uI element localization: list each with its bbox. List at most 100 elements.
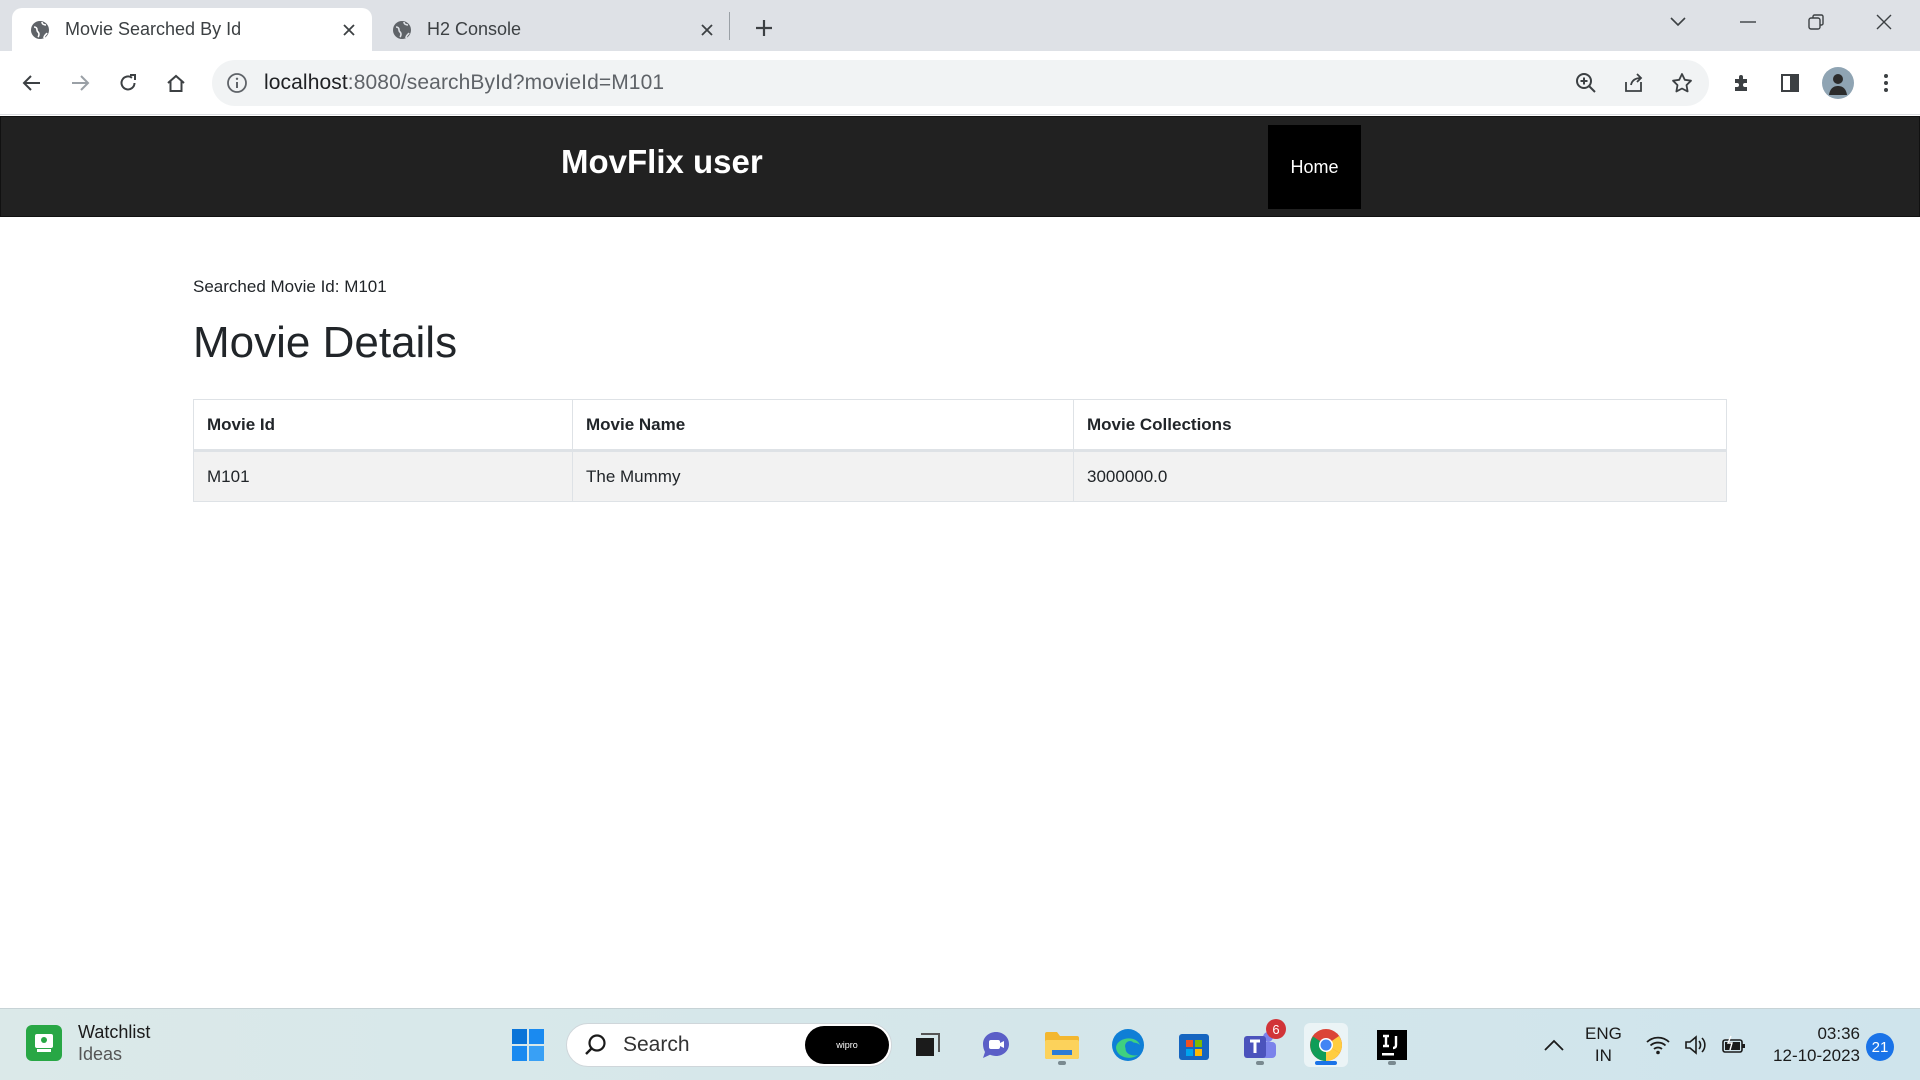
info-icon[interactable] (226, 72, 248, 94)
searched-movie-id: Searched Movie Id: M101 (193, 277, 387, 296)
globe-icon (392, 20, 412, 40)
globe-icon (30, 20, 50, 40)
system-clock[interactable]: 03:36 12-10-2023 (1764, 1023, 1860, 1067)
chevron-down-icon (1670, 17, 1686, 27)
chat-app[interactable] (974, 1023, 1018, 1067)
running-indicator (1058, 1061, 1066, 1065)
active-indicator (1315, 1061, 1337, 1065)
cell-movie-name: The Mummy (572, 450, 1074, 502)
close-icon (1876, 14, 1892, 30)
column-header-movie-id: Movie Id (193, 399, 573, 452)
home-icon (167, 74, 185, 92)
cell-movie-collections: 3000000.0 (1073, 450, 1727, 502)
watchlist-icon (26, 1025, 62, 1061)
cell-movie-id: M101 (193, 450, 573, 502)
reload-button[interactable] (110, 65, 146, 101)
back-button[interactable] (14, 65, 50, 101)
profile-button[interactable] (1820, 65, 1856, 101)
chrome-app[interactable] (1304, 1023, 1348, 1067)
language-code: ENG (1585, 1024, 1622, 1043)
battery-status[interactable] (1714, 1023, 1754, 1067)
avatar (1822, 67, 1854, 99)
tab-separator (729, 12, 730, 40)
star-icon (1672, 73, 1692, 93)
kebab-menu-icon (1884, 74, 1888, 92)
notification-count-badge[interactable]: 21 (1866, 1033, 1894, 1061)
start-button[interactable] (506, 1023, 550, 1067)
zoom-button[interactable] (1568, 65, 1604, 101)
menu-button[interactable] (1868, 65, 1904, 101)
teams-app[interactable]: 6 (1238, 1019, 1286, 1067)
widget-subtitle: Ideas (78, 1044, 123, 1064)
region-code: IN (1594, 1046, 1612, 1065)
tab-title: H2 Console (427, 19, 522, 39)
clock-date: 12-10-2023 (1773, 1046, 1860, 1065)
windows-taskbar: Watchlist Ideas Search wipro 6 ENG IN 03… (0, 1008, 1920, 1080)
store-icon (1179, 1034, 1209, 1060)
search-placeholder: Search (623, 1033, 690, 1056)
column-header-movie-collections: Movie Collections (1073, 399, 1727, 452)
forward-button[interactable] (62, 65, 98, 101)
minimize-icon (1740, 21, 1756, 23)
bookmark-button[interactable] (1664, 65, 1700, 101)
minimize-button[interactable] (1726, 6, 1770, 38)
widget-title: Watchlist (78, 1022, 151, 1042)
restore-button[interactable] (1794, 6, 1838, 38)
widgets-button[interactable]: Watchlist Ideas (26, 1021, 150, 1065)
reload-icon (120, 74, 136, 91)
chevron-up-icon (1544, 1039, 1564, 1051)
share-button[interactable] (1616, 65, 1652, 101)
url-text: localhost:8080/searchById?movieId=M101 (264, 71, 664, 95)
intellij-app[interactable] (1370, 1023, 1414, 1067)
task-view-button[interactable] (906, 1023, 950, 1067)
site-navbar: MovFlix user Home (0, 116, 1920, 217)
edge-app[interactable] (1106, 1023, 1150, 1067)
tab-search-button[interactable] (1656, 6, 1700, 38)
puzzle-icon (1735, 75, 1747, 91)
side-panel-button[interactable] (1772, 65, 1808, 101)
page-title: Movie Details (193, 318, 458, 367)
teams-notification-badge: 6 (1266, 1019, 1286, 1039)
language-indicator[interactable]: ENG IN (1585, 1023, 1622, 1067)
table-header-row: Movie Id Movie Name Movie Collections (193, 399, 1727, 452)
store-app[interactable] (1172, 1023, 1216, 1067)
battery-charging-icon (1722, 1035, 1745, 1053)
movie-details-table: Movie Id Movie Name Movie Collections M1… (193, 399, 1727, 502)
new-tab-button[interactable] (748, 12, 780, 44)
url-host: localhost (264, 71, 348, 94)
running-indicator (1256, 1061, 1264, 1065)
tab-h2-console[interactable]: H2 Console (374, 8, 730, 51)
chat-icon (983, 1032, 1009, 1058)
tab-title: Movie Searched By Id (65, 19, 242, 39)
volume-status[interactable] (1676, 1023, 1716, 1067)
close-window-button[interactable] (1862, 6, 1906, 38)
speaker-icon (1685, 1035, 1706, 1055)
task-view-icon (916, 1033, 940, 1056)
url-path: :8080/searchById?movieId=M101 (347, 71, 665, 94)
extensions-button[interactable] (1724, 65, 1760, 101)
nav-home-link[interactable]: Home (1268, 125, 1361, 209)
taskbar-search[interactable]: Search wipro (566, 1023, 892, 1067)
close-tab-icon[interactable] (694, 17, 720, 43)
close-tab-icon[interactable] (336, 17, 362, 43)
browser-toolbar: localhost:8080/searchById?movieId=M101 (0, 51, 1920, 115)
side-panel-icon (1781, 74, 1799, 92)
windows-logo-icon (512, 1029, 544, 1061)
column-header-movie-name: Movie Name (572, 399, 1074, 452)
restore-icon (1808, 14, 1824, 30)
share-icon (1625, 73, 1643, 92)
file-explorer-app[interactable] (1040, 1023, 1084, 1067)
home-button[interactable] (158, 65, 194, 101)
plus-icon (756, 20, 772, 36)
edge-icon (1112, 1029, 1144, 1061)
address-bar[interactable]: localhost:8080/searchById?movieId=M101 (212, 60, 1709, 106)
zoom-in-icon (1576, 73, 1596, 93)
folder-icon (1045, 1032, 1079, 1059)
site-brand[interactable]: MovFlix user (561, 143, 763, 181)
wifi-icon (1646, 1036, 1670, 1055)
show-hidden-icons-button[interactable] (1532, 1023, 1576, 1067)
intellij-icon (1377, 1030, 1407, 1060)
tab-movie-searched[interactable]: Movie Searched By Id (12, 8, 372, 51)
wifi-status[interactable] (1638, 1023, 1678, 1067)
chrome-icon (1310, 1029, 1342, 1061)
